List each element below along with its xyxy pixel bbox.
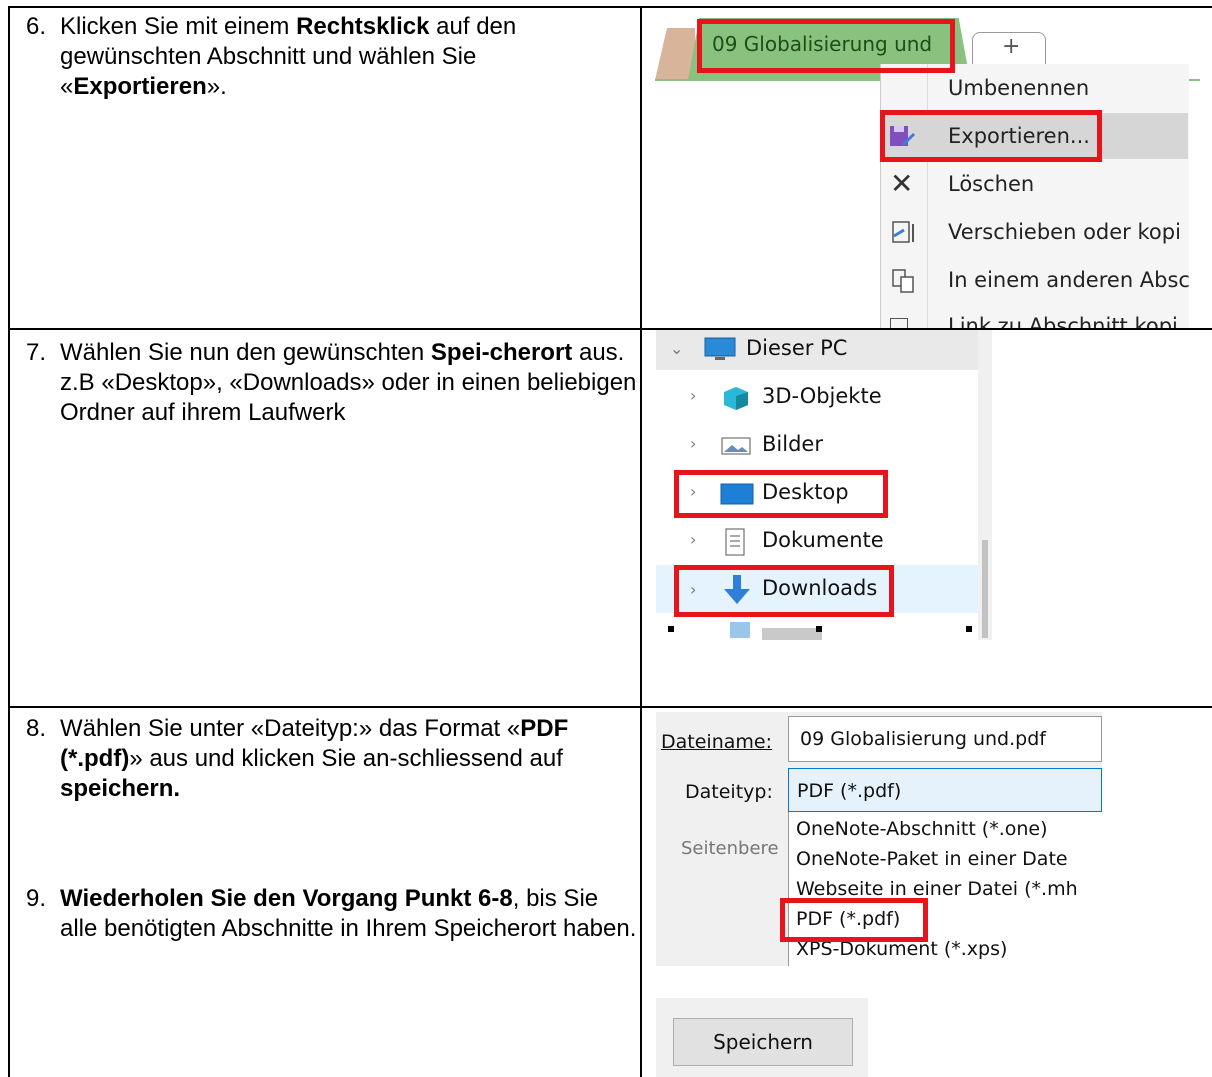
3d-objects-icon: [720, 386, 752, 410]
tree-item-pictures[interactable]: Bilder: [762, 432, 823, 456]
close-icon: ✕: [890, 167, 914, 200]
resize-handle: [668, 626, 674, 632]
partial-row-blur: [762, 628, 822, 640]
resize-handle: [816, 626, 822, 632]
documents-icon: [724, 528, 746, 556]
computer-icon: [703, 337, 737, 361]
menu-move-copy[interactable]: Verschieben oder kopi: [948, 220, 1181, 244]
highlight-pdf: [780, 898, 928, 942]
plus-icon: +: [1002, 34, 1021, 59]
highlight-tab: [697, 19, 955, 73]
highlight-desktop: [674, 470, 888, 518]
previous-section-tab[interactable]: [655, 28, 695, 80]
step-number: 9.: [26, 885, 47, 912]
tree-item-this-pc[interactable]: Dieser PC: [746, 336, 847, 360]
step-text: Klicken Sie mit einem Rechtsklick auf de…: [60, 13, 517, 100]
resize-handle: [966, 626, 972, 632]
link-icon: [890, 318, 908, 328]
step-number: 6.: [26, 13, 47, 40]
filetype-option[interactable]: OneNote-Abschnitt (*.one): [796, 818, 1048, 840]
filename-value: 09 Globalisierung und.pdf: [800, 728, 1046, 750]
tree-item-3d-objects[interactable]: 3D-Objekte: [762, 384, 882, 408]
move-copy-icon: [890, 220, 916, 246]
menu-separator: [927, 64, 928, 328]
table-border-top: [8, 6, 1212, 8]
filetype-selected-value: PDF (*.pdf): [797, 780, 902, 802]
pages-label: Seitenbere: [681, 838, 779, 859]
table-border-divider: [640, 6, 642, 1077]
scrollbar-thumb[interactable]: [982, 540, 988, 638]
step-text: Wählen Sie nun den gewünschten Spei-cher…: [60, 339, 637, 426]
chevron-down-icon[interactable]: ⌄: [670, 339, 683, 358]
menu-rename[interactable]: Umbenennen: [948, 76, 1089, 100]
menu-link-clip: Link zu Abschnitt kopi: [880, 306, 1188, 328]
menu-link[interactable]: Link zu Abschnitt kopi: [948, 314, 1178, 328]
step-number: 7.: [26, 339, 47, 366]
table-row-divider-1: [8, 328, 1212, 330]
step-text: Wählen Sie unter «Dateityp:» das Format …: [60, 715, 569, 802]
step-number: 8.: [26, 715, 47, 742]
table-border-left: [8, 6, 10, 1077]
merge-icon: [890, 268, 916, 294]
highlight-downloads: [674, 565, 894, 617]
partial-row-icon: [730, 622, 750, 638]
tree-item-documents[interactable]: Dokumente: [762, 528, 884, 552]
chevron-right-icon[interactable]: ›: [690, 386, 696, 405]
pictures-icon: [720, 436, 752, 456]
filetype-option[interactable]: OneNote-Paket in einer Date: [796, 848, 1068, 870]
step-text: Wiederholen Sie den Vorgang Punkt 6-8, b…: [60, 885, 637, 942]
highlight-export: [880, 110, 1102, 162]
menu-merge[interactable]: In einem anderen Absc: [948, 268, 1190, 292]
chevron-right-icon[interactable]: ›: [690, 530, 696, 549]
chevron-right-icon[interactable]: ›: [690, 434, 696, 453]
menu-delete[interactable]: Löschen: [948, 172, 1034, 196]
filetype-option[interactable]: Webseite in einer Datei (*.mh: [796, 878, 1078, 900]
filetype-label: Dateityp:: [685, 781, 773, 803]
save-button-label: Speichern: [713, 1030, 813, 1054]
table-row-divider-2: [8, 706, 1212, 708]
filename-label: Dateiname:: [661, 731, 772, 753]
